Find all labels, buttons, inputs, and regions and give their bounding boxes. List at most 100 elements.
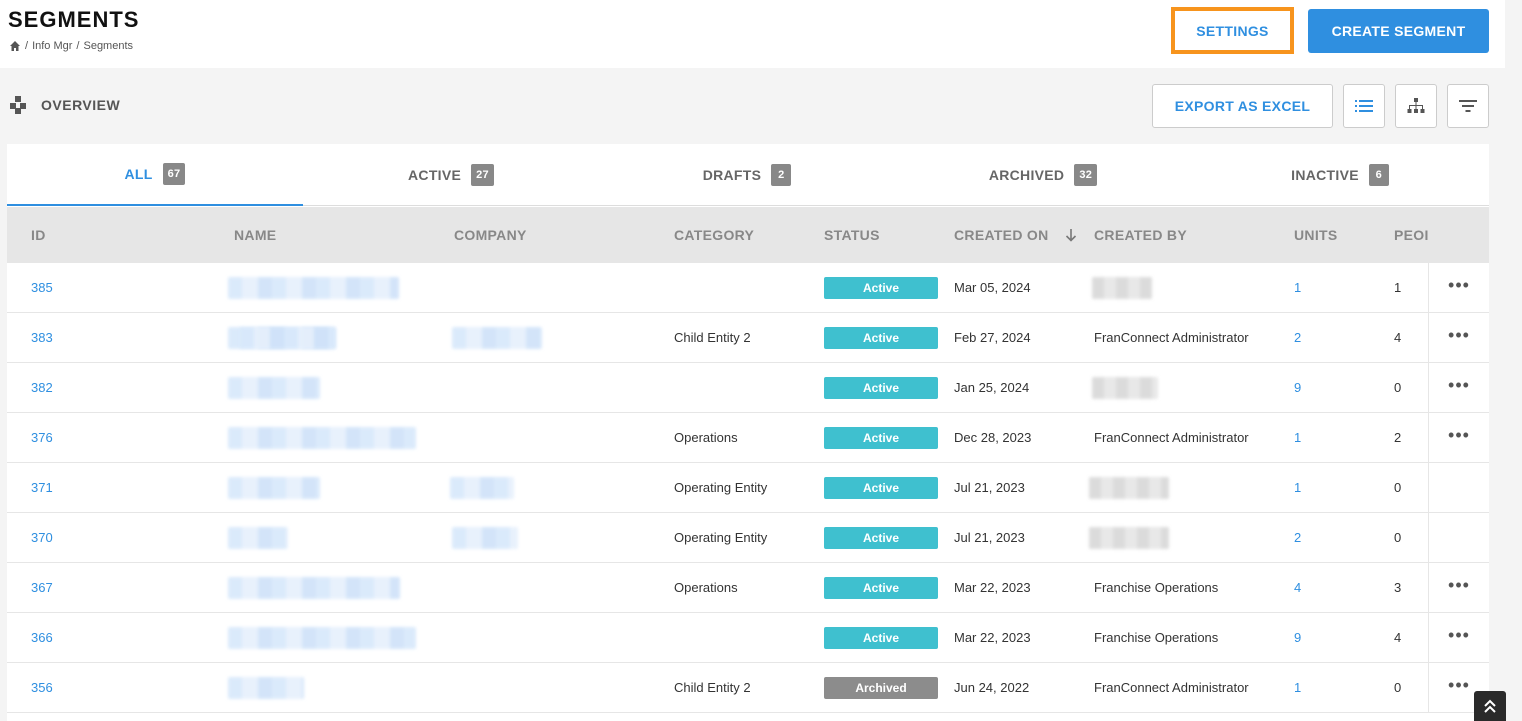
row-actions-cell: ••• bbox=[1428, 413, 1489, 463]
overview-header: OVERVIEW bbox=[9, 95, 120, 115]
units-link[interactable]: 9 bbox=[1294, 613, 1301, 663]
status-badge: Archived bbox=[824, 677, 938, 699]
segment-id-link[interactable]: 367 bbox=[31, 563, 53, 613]
list-view-button[interactable] bbox=[1343, 84, 1385, 128]
more-actions-icon[interactable]: ••• bbox=[1448, 276, 1470, 294]
list-view-icon bbox=[1355, 100, 1373, 112]
units-link[interactable]: 1 bbox=[1294, 663, 1301, 713]
created-on-cell: Jul 21, 2023 bbox=[954, 530, 1025, 545]
created-on-cell: Feb 27, 2024 bbox=[954, 330, 1031, 345]
table-row[interactable]: 356 Child Entity 2 Archived Jun 24, 2022 Fra… bbox=[7, 663, 1489, 713]
status-badge: Active bbox=[824, 477, 938, 499]
people-cell: 2 bbox=[1394, 430, 1402, 445]
tab-drafts[interactable]: DRAFTS 2 bbox=[599, 144, 895, 206]
breadcrumb-segments: Segments bbox=[83, 40, 134, 52]
column-header-company[interactable]: COMPANY bbox=[454, 207, 527, 263]
table-row[interactable]: 376 Operations Active Dec 28, 2023 FranConne… bbox=[7, 413, 1489, 463]
column-header-created-by[interactable]: CREATED BY bbox=[1094, 207, 1187, 263]
table-header: ID NAME COMPANY CATEGORY STATUS CREATED … bbox=[7, 207, 1489, 263]
column-header-units[interactable]: UNITS bbox=[1294, 207, 1338, 263]
redacted-name bbox=[228, 577, 400, 599]
people-cell: 0 bbox=[1394, 480, 1402, 495]
created-by-cell: FranConnect Administrator bbox=[1094, 330, 1249, 345]
table-body: 385 Active Mar 05, 2024 1 1 ••• 383 Child Entit… bbox=[7, 263, 1489, 713]
segment-id-link[interactable]: 385 bbox=[31, 263, 53, 313]
table-row[interactable]: 366 Active Mar 22, 2023 Franchise Operation… bbox=[7, 613, 1489, 663]
more-actions-icon[interactable]: ••• bbox=[1448, 576, 1470, 594]
more-actions-icon[interactable]: ••• bbox=[1448, 626, 1470, 644]
scroll-to-top-button[interactable] bbox=[1474, 691, 1506, 721]
settings-button[interactable]: SETTINGS bbox=[1171, 7, 1294, 54]
people-cell: 0 bbox=[1394, 680, 1402, 695]
created-on-cell: Jan 25, 2024 bbox=[954, 380, 1030, 395]
segment-id-link[interactable]: 356 bbox=[31, 663, 53, 713]
status-badge: Active bbox=[824, 577, 938, 599]
redacted-created-by bbox=[1092, 377, 1158, 399]
column-header-name[interactable]: NAME bbox=[234, 207, 276, 263]
status-badge: Active bbox=[824, 527, 938, 549]
table-row[interactable]: 370 Operating Entity Active Jul 21, 2023 2 0 bbox=[7, 513, 1489, 563]
category-cell: Operations bbox=[674, 580, 738, 595]
table-row[interactable]: 385 Active Mar 05, 2024 1 1 ••• bbox=[7, 263, 1489, 313]
more-actions-icon[interactable]: ••• bbox=[1448, 676, 1470, 694]
tab-active[interactable]: ACTIVE 27 bbox=[303, 144, 599, 206]
column-header-id[interactable]: ID bbox=[31, 207, 46, 263]
units-link[interactable]: 4 bbox=[1294, 563, 1301, 613]
tab-label: ACTIVE bbox=[408, 167, 462, 183]
segment-id-link[interactable]: 371 bbox=[31, 463, 53, 513]
filter-button[interactable] bbox=[1447, 84, 1489, 128]
row-actions-cell: ••• bbox=[1428, 613, 1489, 663]
redacted-name bbox=[228, 277, 399, 299]
redacted-name bbox=[228, 477, 320, 499]
table-row[interactable]: 383 Child Entity 2 Active Feb 27, 2024 FranC… bbox=[7, 313, 1489, 363]
redacted-created-by bbox=[1089, 527, 1169, 549]
column-header-category[interactable]: CATEGORY bbox=[674, 207, 754, 263]
column-header-people[interactable]: PEOI bbox=[1394, 207, 1428, 263]
tab-all[interactable]: ALL 67 bbox=[7, 144, 303, 206]
overview-label: OVERVIEW bbox=[41, 97, 121, 113]
category-cell: Child Entity 2 bbox=[674, 330, 751, 345]
segment-id-link[interactable]: 383 bbox=[31, 313, 53, 363]
column-header-created-on[interactable]: CREATED ON bbox=[954, 207, 1049, 263]
more-actions-icon[interactable]: ••• bbox=[1448, 376, 1470, 394]
people-cell: 0 bbox=[1394, 380, 1402, 395]
export-excel-button[interactable]: EXPORT AS EXCEL bbox=[1152, 84, 1333, 128]
table-row[interactable]: 382 Active Jan 25, 2024 9 0 ••• bbox=[7, 363, 1489, 413]
home-icon[interactable] bbox=[9, 40, 21, 52]
created-by-cell: FranConnect Administrator bbox=[1094, 430, 1249, 445]
tab-inactive[interactable]: INACTIVE 6 bbox=[1191, 144, 1489, 206]
more-actions-icon[interactable]: ••• bbox=[1448, 426, 1470, 444]
more-actions-icon[interactable]: ••• bbox=[1448, 326, 1470, 344]
create-segment-button[interactable]: CREATE SEGMENT bbox=[1308, 9, 1489, 53]
category-cell: Operations bbox=[674, 430, 738, 445]
tab-label: INACTIVE bbox=[1291, 167, 1359, 183]
column-header-status[interactable]: STATUS bbox=[824, 207, 880, 263]
row-actions-cell bbox=[1428, 513, 1489, 563]
created-by-cell: FranConnect Administrator bbox=[1094, 680, 1249, 695]
hierarchy-view-button[interactable] bbox=[1395, 84, 1437, 128]
status-tabs: ALL 67 ACTIVE 27 DRAFTS 2 ARCHIVED 32 IN… bbox=[7, 144, 1489, 206]
units-link[interactable]: 2 bbox=[1294, 513, 1301, 563]
units-link[interactable]: 1 bbox=[1294, 263, 1301, 313]
redacted-name bbox=[228, 527, 288, 549]
tab-count: 67 bbox=[162, 163, 186, 185]
breadcrumb-info-mgr[interactable]: Info Mgr bbox=[32, 40, 72, 52]
breadcrumb-separator: / bbox=[25, 40, 29, 52]
category-cell: Operating Entity bbox=[674, 480, 768, 495]
units-link[interactable]: 9 bbox=[1294, 363, 1301, 413]
sort-descending-icon[interactable] bbox=[1065, 228, 1077, 242]
units-link[interactable]: 2 bbox=[1294, 313, 1301, 363]
segment-id-link[interactable]: 370 bbox=[31, 513, 53, 563]
table-row[interactable]: 371 Operating Entity Active Jul 21, 2023 1 0 bbox=[7, 463, 1489, 513]
table-row[interactable]: 367 Operations Active Mar 22, 2023 Franchise… bbox=[7, 563, 1489, 613]
segment-id-link[interactable]: 366 bbox=[31, 613, 53, 663]
segment-id-link[interactable]: 376 bbox=[31, 413, 53, 463]
units-link[interactable]: 1 bbox=[1294, 413, 1301, 463]
tab-archived[interactable]: ARCHIVED 32 bbox=[895, 144, 1191, 206]
row-actions-cell: ••• bbox=[1428, 313, 1489, 363]
status-badge: Active bbox=[824, 327, 938, 349]
people-cell: 1 bbox=[1394, 280, 1402, 295]
units-link[interactable]: 1 bbox=[1294, 463, 1301, 513]
created-on-cell: Mar 22, 2023 bbox=[954, 580, 1031, 595]
segment-id-link[interactable]: 382 bbox=[31, 363, 53, 413]
